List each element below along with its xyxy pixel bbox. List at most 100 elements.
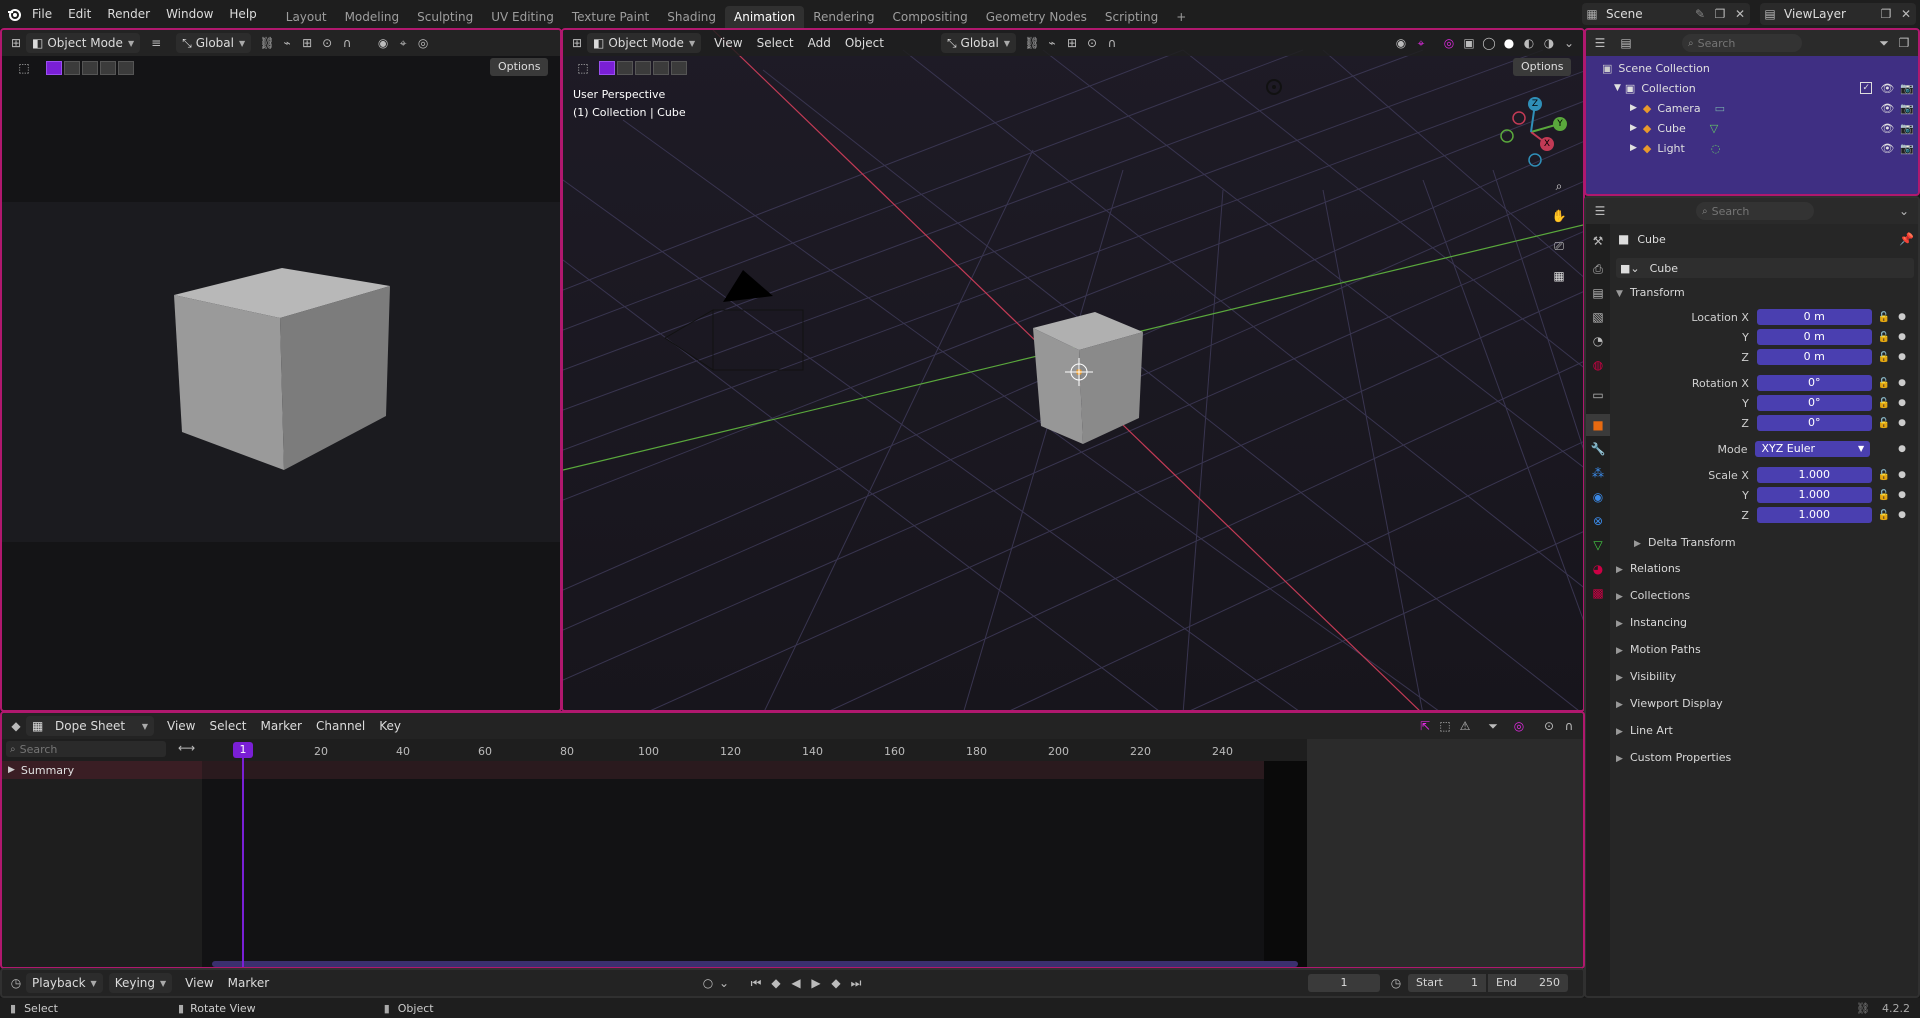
physics-tab-icon[interactable]: ◉ (1586, 486, 1610, 508)
motion-paths-section[interactable]: ▶ Motion Paths (1616, 639, 1701, 661)
overlay-icon[interactable]: ◎ (413, 33, 433, 53)
cursor-tool-icon[interactable]: ⬚ (14, 58, 34, 78)
dopesheet-scrollbar[interactable] (212, 961, 1298, 967)
start-frame-field[interactable]: Start 1 (1408, 974, 1486, 992)
collection-expand-icon[interactable]: ▼ (1614, 83, 1621, 93)
camera-mode-dropdown[interactable]: ◧ Object Mode ▼ (26, 33, 141, 53)
preview-range-icon[interactable]: ◷ (1386, 973, 1406, 993)
render-tab-icon[interactable]: ⎙ (1586, 258, 1610, 280)
snap-target-icon[interactable]: ⊞ (297, 33, 317, 53)
dopesheet-menu-marker[interactable]: Marker (254, 719, 309, 733)
cube-object[interactable] (1013, 300, 1153, 450)
dopesheet-keyframe-region[interactable]: 20 40 60 80 100 120 140 160 180 200 220 … (202, 739, 1307, 967)
viewport-select-invert-icon[interactable] (653, 61, 669, 75)
texture-tab-icon[interactable]: ▩ (1586, 582, 1610, 604)
jump-end-icon[interactable]: ⏭ (846, 973, 866, 993)
tab-compositing[interactable]: Compositing (883, 6, 976, 28)
location-z-keyframe-icon[interactable]: ● (1898, 352, 1906, 362)
visibility-icon[interactable]: ◉ (373, 33, 393, 53)
viewport-display-section[interactable]: ▶ Viewport Display (1616, 693, 1723, 715)
viewport-menu-object[interactable]: Object (838, 36, 891, 50)
viewport-orientation-dropdown[interactable]: ⤡ Global ▼ (940, 33, 1016, 53)
remove-scene-icon[interactable]: ✕ (1730, 4, 1750, 24)
camera-orientation-dropdown[interactable]: ⤡ Global ▼ (176, 33, 252, 53)
tab-shading[interactable]: Shading (658, 6, 725, 28)
datablock-type-icon[interactable]: ■⌄ (1620, 262, 1640, 275)
tab-geometry-nodes[interactable]: Geometry Nodes (977, 6, 1096, 28)
end-frame-field[interactable]: End 250 (1488, 974, 1568, 992)
next-keyframe-icon[interactable]: ◆ (826, 973, 846, 993)
particles-tab-icon[interactable]: ⁂ (1586, 462, 1610, 484)
dopesheet-search[interactable]: ⌕ (6, 741, 166, 757)
view-layer-tab-icon[interactable]: ▧ (1586, 306, 1610, 328)
xray-icon[interactable]: ▣ (1459, 33, 1479, 53)
display-mode-icon[interactable]: ▤ (1616, 33, 1636, 53)
show-hidden-icon[interactable]: ⬚ (1435, 716, 1455, 736)
viewport-select-subtract-icon[interactable] (635, 61, 651, 75)
visibility-section[interactable]: ▶ Visibility (1616, 666, 1676, 688)
modifier-tab-icon[interactable]: 🔧 (1586, 438, 1610, 460)
scene-tab-icon[interactable]: ◔ (1586, 330, 1610, 352)
jump-start-icon[interactable]: ⏮ (746, 973, 766, 993)
viewport-visibility-icon[interactable]: ◉ (1391, 33, 1411, 53)
timeline-editor-type-icon[interactable]: ◷ (6, 973, 26, 993)
select-intersect-icon[interactable] (118, 61, 134, 75)
light-expand-icon[interactable]: ▶ (1630, 143, 1637, 153)
play-icon[interactable]: ▶ (806, 973, 826, 993)
blender-logo-icon[interactable] (4, 4, 24, 24)
tab-scripting[interactable]: Scripting (1096, 6, 1167, 28)
playback-dropdown[interactable]: Playback ▼ (26, 973, 103, 993)
outliner-search-input[interactable] (1697, 36, 1788, 50)
timeline-menu-marker[interactable]: Marker (221, 976, 276, 990)
rotation-mode-dropdown[interactable]: XYZ Euler ▼ (1755, 441, 1871, 457)
hamburger-icon[interactable]: ≡ (146, 33, 166, 53)
rotation-x-field[interactable]: 0° (1756, 375, 1872, 391)
rotation-y-field[interactable]: 0° (1756, 395, 1872, 411)
navigation-gizmo[interactable]: Y X Z (1491, 90, 1575, 174)
viewport-select-intersect-icon[interactable] (671, 61, 687, 75)
dopesheet-menu-view[interactable]: View (160, 719, 202, 733)
constraints-tab-icon[interactable]: ⊗ (1586, 510, 1610, 532)
scale-z-lock-icon[interactable]: 🔓 (1878, 510, 1890, 521)
collection-tab-icon[interactable]: ▭ (1586, 384, 1610, 406)
timeline-menu-view[interactable]: View (178, 976, 220, 990)
camera-visibility-icon[interactable]: 👁 (1880, 102, 1894, 115)
wireframe-shading-icon[interactable]: ◯ (1479, 33, 1499, 53)
relations-section[interactable]: ▶ Relations (1616, 558, 1681, 580)
scale-y-field[interactable]: 1.000 (1756, 487, 1872, 503)
camera-render-icon[interactable]: 📷 (1900, 102, 1914, 115)
viewport-proportional-icon[interactable]: ⊙ (1082, 33, 1102, 53)
outliner-row-light[interactable]: ▶ ◆ Light ◌ 👁 📷 (1630, 138, 1914, 158)
summary-channel[interactable]: ▶ Summary (2, 761, 202, 779)
dopesheet-ruler[interactable]: 20 40 60 80 100 120 140 160 180 200 220 … (202, 739, 1307, 761)
viewport-cursor-tool-icon[interactable]: ⬚ (573, 58, 593, 78)
tab-texture-paint[interactable]: Texture Paint (563, 6, 658, 28)
material-tab-icon[interactable]: ◕ (1586, 558, 1610, 580)
outliner-row-camera[interactable]: ▶ ◆ Camera ▭ 👁 📷 (1630, 98, 1914, 118)
prev-keyframe-icon[interactable]: ◆ (766, 973, 786, 993)
scene-selector[interactable]: ▦ Scene ✎ ❐ ✕ (1582, 3, 1750, 25)
location-z-lock-icon[interactable]: 🔓 (1878, 352, 1890, 363)
dopesheet-search-input[interactable] (19, 742, 150, 756)
camera-expand-icon[interactable]: ▶ (1630, 103, 1637, 113)
dopesheet-mode-dropdown[interactable]: ▦ Dope Sheet ▼ (26, 716, 154, 736)
remove-view-layer-icon[interactable]: ✕ (1896, 4, 1916, 24)
current-frame-field[interactable]: 1 (1308, 974, 1380, 992)
light-visibility-icon[interactable]: 👁 (1880, 142, 1894, 155)
datablock-field[interactable]: ■⌄ Cube (1616, 258, 1914, 278)
only-errors-icon[interactable]: ⚠ (1455, 716, 1475, 736)
viewport-menu-view[interactable]: View (707, 36, 749, 50)
cube-visibility-icon[interactable]: 👁 (1880, 122, 1894, 135)
location-y-field[interactable]: 0 m (1756, 329, 1872, 345)
add-workspace-button[interactable]: + (1167, 6, 1195, 28)
tab-modeling[interactable]: Modeling (336, 6, 409, 28)
outliner-search[interactable]: ⌕ (1682, 34, 1802, 52)
camera-view-toggle-icon[interactable]: ⎚ (1549, 236, 1569, 256)
scale-y-keyframe-icon[interactable]: ● (1898, 490, 1906, 500)
location-x-keyframe-icon[interactable]: ● (1898, 312, 1906, 322)
menu-file[interactable]: File (24, 3, 60, 25)
viewport-pivot-icon[interactable]: ⛓ (1022, 33, 1042, 53)
shading-options-icon[interactable]: ⌄ (1559, 33, 1579, 53)
collection-row[interactable]: ▼ ▣ Collection ✓ 👁 📷 (1614, 78, 1914, 98)
viewport-snap-icon[interactable]: ⌁ (1042, 33, 1062, 53)
